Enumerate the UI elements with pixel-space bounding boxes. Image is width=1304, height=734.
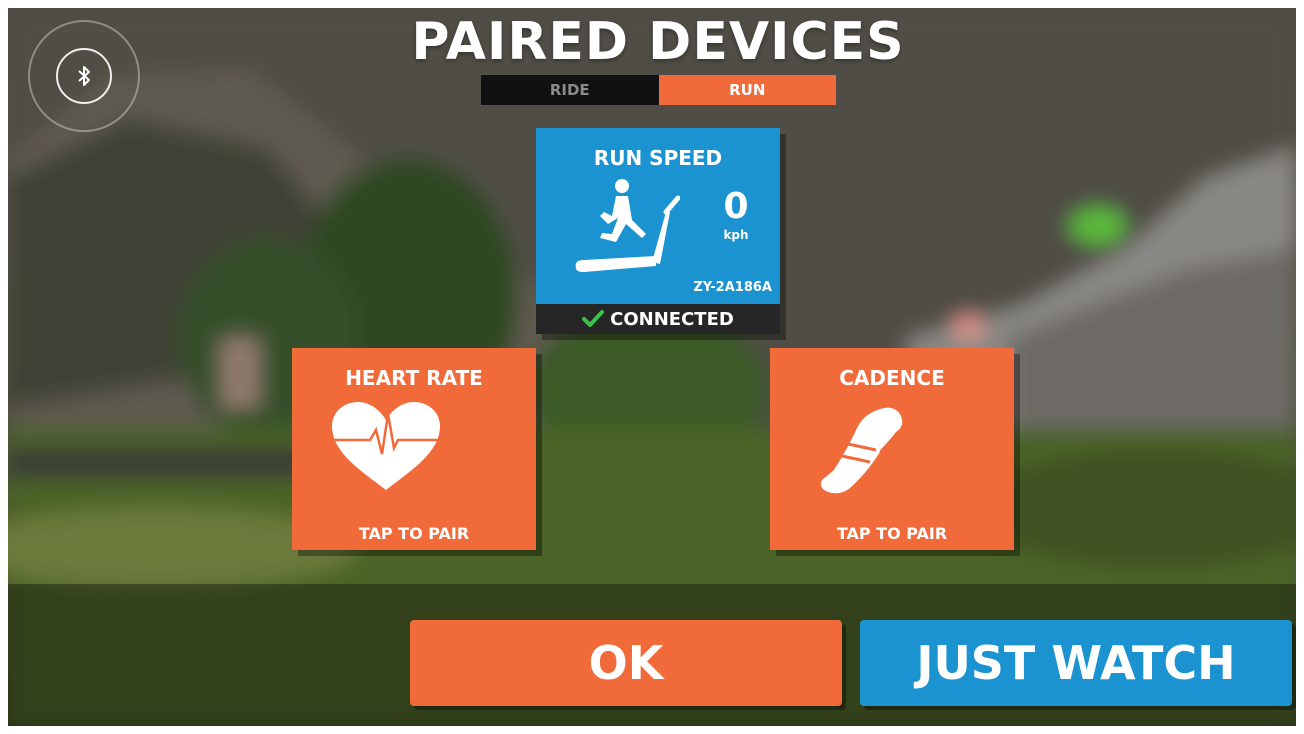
bluetooth-button[interactable] bbox=[28, 20, 140, 132]
heart-rate-title: HEART RATE bbox=[345, 366, 483, 390]
connection-status: CONNECTED bbox=[536, 304, 780, 334]
run-speed-card[interactable]: RUN SPEED 0 kph ZY-2A186A CONNECTED bbox=[536, 128, 780, 334]
cadence-title: CADENCE bbox=[839, 366, 945, 390]
treadmill-runner-icon bbox=[575, 179, 680, 272]
run-speed-unit: kph bbox=[723, 228, 749, 242]
page-title: PAIRED DEVICES bbox=[411, 12, 905, 72]
bluetooth-inner-ring bbox=[56, 48, 112, 104]
bluetooth-icon bbox=[78, 66, 90, 86]
tab-run[interactable]: RUN bbox=[658, 75, 836, 105]
connection-status-label: CONNECTED bbox=[610, 308, 734, 330]
just-watch-button[interactable]: JUST WATCH bbox=[860, 620, 1292, 706]
checkmark-icon bbox=[582, 310, 605, 327]
ok-button[interactable]: OK bbox=[410, 620, 842, 706]
heart-rate-card[interactable]: HEART RATE TAP TO PAIR bbox=[292, 348, 536, 550]
cadence-card[interactable]: CADENCE TAP TO PAIR bbox=[770, 348, 1014, 550]
run-speed-title: RUN SPEED bbox=[593, 146, 723, 170]
heart-pulse-icon bbox=[332, 402, 440, 490]
heart-rate-action: TAP TO PAIR bbox=[358, 524, 470, 543]
running-shoe-icon bbox=[820, 407, 903, 494]
cadence-action: TAP TO PAIR bbox=[836, 524, 948, 543]
game-screen: PAIRED DEVICES RIDE RUN RUN SPEED 0 kph … bbox=[8, 8, 1296, 726]
tab-ride[interactable]: RIDE bbox=[481, 75, 659, 105]
run-speed-value: 0 bbox=[723, 186, 749, 227]
mode-toggle: RIDE RUN bbox=[481, 75, 836, 105]
run-speed-device-id: ZY-2A186A bbox=[693, 280, 772, 295]
